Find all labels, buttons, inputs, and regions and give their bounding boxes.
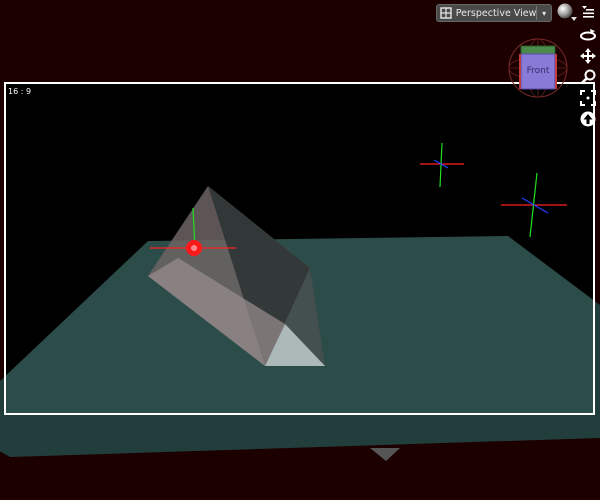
chevron-down-icon[interactable]: ▾ xyxy=(537,9,551,18)
up-arrow-icon[interactable] xyxy=(579,110,597,128)
perspective-view-menu[interactable]: Perspective View ▾ xyxy=(436,4,552,22)
pan-icon[interactable] xyxy=(579,47,597,65)
shading-ball-icon[interactable] xyxy=(556,3,578,21)
orbit-icon[interactable] xyxy=(579,26,597,44)
navigation-cube[interactable]: Front xyxy=(506,38,570,98)
panel-menu-icon[interactable] xyxy=(579,3,597,21)
view-menu-label: Perspective View xyxy=(455,7,537,19)
aspect-ratio-label: 16 : 9 xyxy=(8,87,32,96)
zoom-icon[interactable] xyxy=(579,68,597,86)
grid-layout-icon xyxy=(439,5,453,21)
navcube-face-label: Front xyxy=(526,66,550,76)
frame-selection-icon[interactable] xyxy=(579,89,597,107)
